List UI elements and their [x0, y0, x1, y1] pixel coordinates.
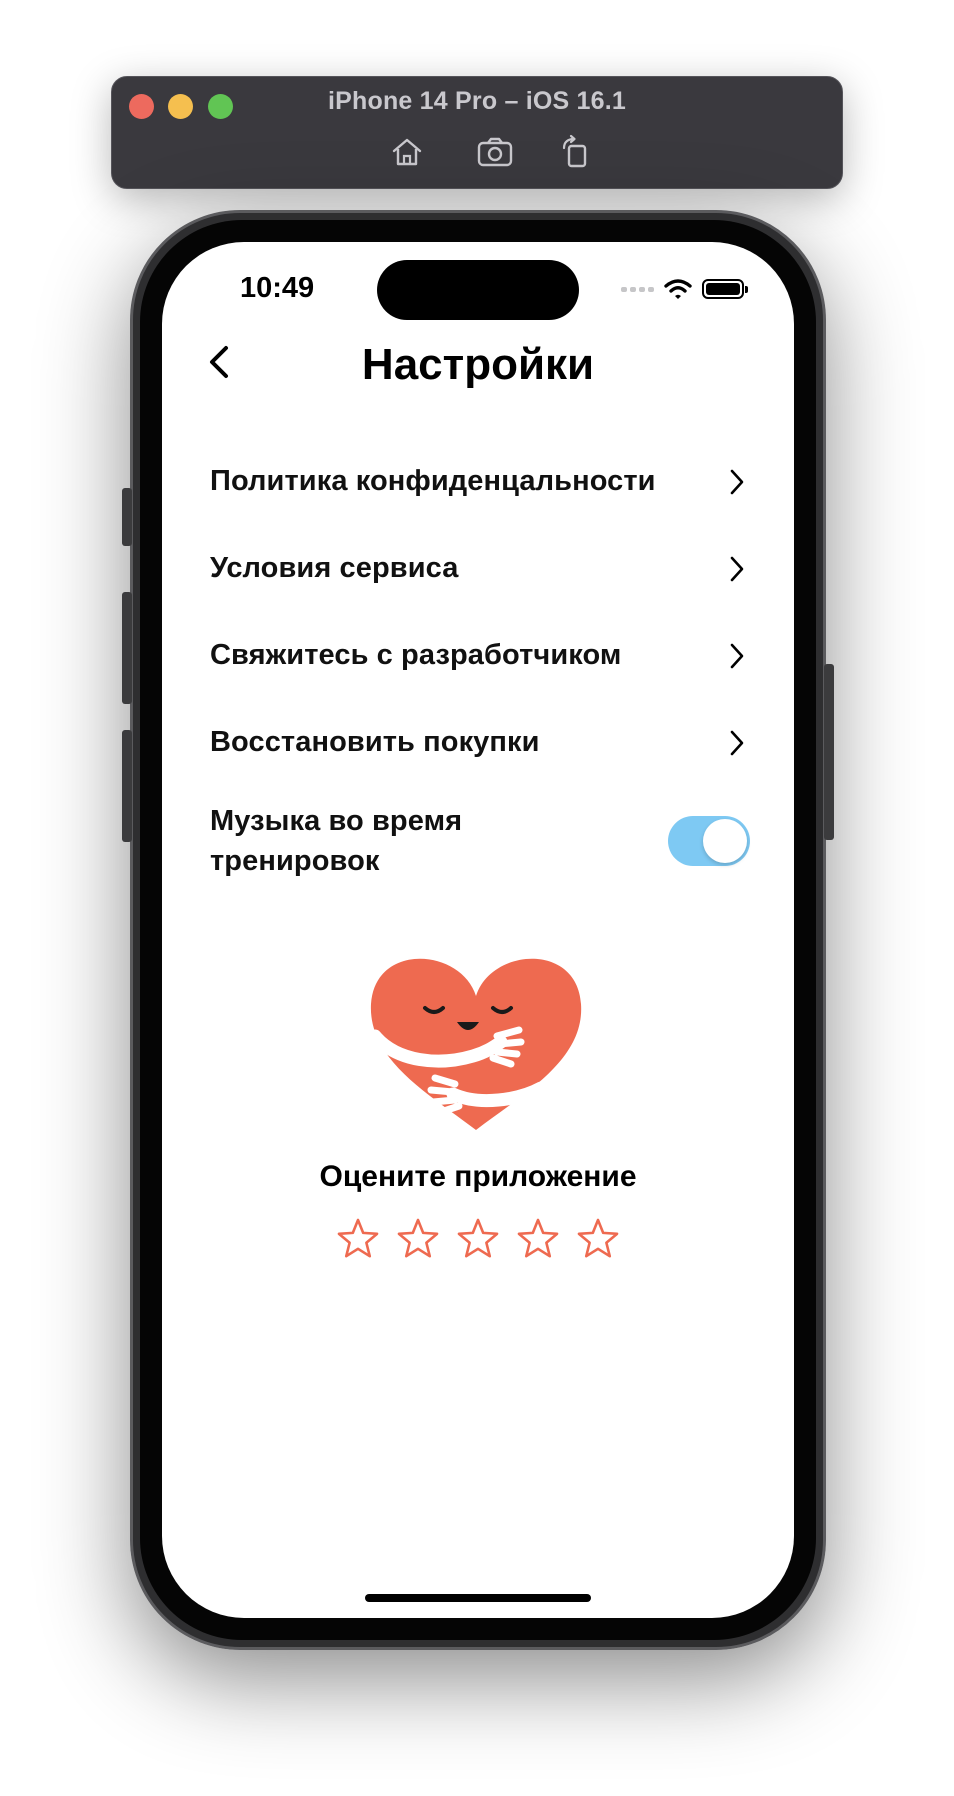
status-icons: [621, 278, 748, 300]
settings-item-restore-purchases[interactable]: Восстановить покупки: [210, 699, 750, 786]
action-button: [122, 488, 132, 546]
star-2-icon[interactable]: [395, 1216, 441, 1262]
simulator-title-bar: iPhone 14 Pro – iOS 16.1: [111, 76, 843, 189]
page-title: Настройки: [361, 340, 595, 389]
cellular-signal-icon: [621, 286, 654, 292]
home-indicator[interactable]: [365, 1594, 591, 1602]
workout-music-label: Музыка во время тренировок: [210, 805, 463, 877]
workout-music-toggle[interactable]: [668, 816, 750, 866]
star-3-icon[interactable]: [455, 1216, 501, 1262]
phone-screen: 10:49 Настройки Политика конфиденцальнос…: [162, 242, 794, 1618]
settings-item-label: Политика конфиденцальности: [210, 465, 656, 497]
settings-item-workout-music: Музыка во время тренировок: [210, 786, 750, 896]
star-1-icon[interactable]: [335, 1216, 381, 1262]
volume-down-button: [122, 730, 132, 842]
chevron-right-icon: [730, 556, 744, 581]
rotate-icon: [562, 134, 587, 168]
toggle-knob: [703, 819, 747, 863]
chevron-right-icon: [730, 643, 744, 668]
settings-item-label: Свяжитесь с разработчиком: [210, 639, 622, 671]
settings-item-terms-of-service[interactable]: Условия сервиса: [210, 525, 750, 612]
settings-item-contact-developer[interactable]: Свяжитесь с разработчиком: [210, 612, 750, 699]
rotate-button[interactable]: [555, 134, 595, 170]
heart-hug-illustration: [369, 958, 582, 1130]
rate-app-label: Оцените приложение: [319, 1160, 637, 1193]
wifi-icon: [664, 279, 692, 299]
rating-stars: [162, 1216, 794, 1262]
dynamic-island: [377, 260, 579, 320]
settings-item-label: Условия сервиса: [210, 552, 459, 584]
power-button: [824, 664, 834, 840]
simulator-title: iPhone 14 Pro – iOS 16.1: [328, 87, 626, 115]
settings-item-label: Восстановить покупки: [210, 726, 540, 758]
volume-up-button: [122, 592, 132, 704]
battery-icon: [702, 279, 748, 299]
chevron-right-icon: [730, 469, 744, 494]
settings-list: Политика конфиденцальности Условия серви…: [210, 438, 750, 896]
screenshot-icon: [477, 137, 513, 167]
home-icon: [392, 138, 422, 166]
chevron-right-icon: [730, 730, 744, 755]
home-button[interactable]: [387, 134, 427, 170]
screenshot-button[interactable]: [475, 134, 515, 170]
star-5-icon[interactable]: [575, 1216, 621, 1262]
settings-item-privacy-policy[interactable]: Политика конфиденцальности: [210, 438, 750, 525]
status-time: 10:49: [240, 272, 315, 304]
star-4-icon[interactable]: [515, 1216, 561, 1262]
